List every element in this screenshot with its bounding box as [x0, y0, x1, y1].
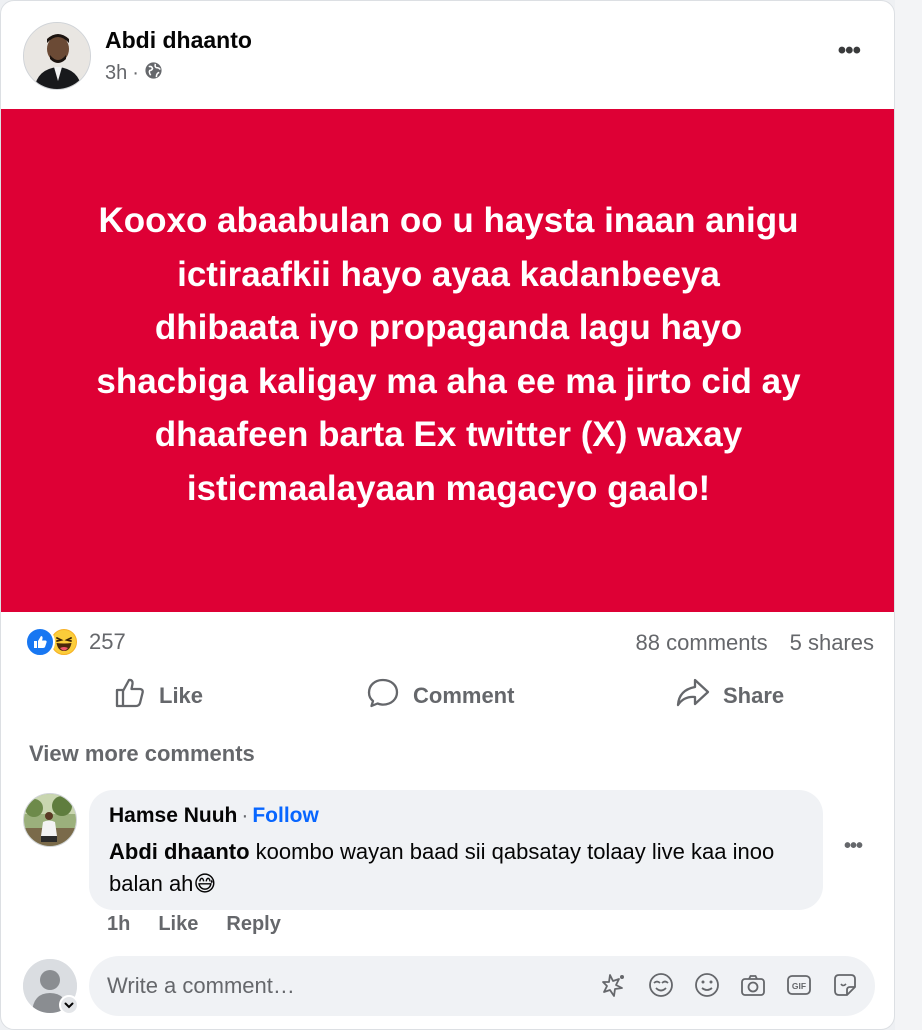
sticker-avatar-icon[interactable]: [601, 971, 629, 999]
comment-reply-link[interactable]: Reply: [226, 913, 280, 936]
post-time[interactable]: 3h: [105, 62, 127, 85]
comment-more-button[interactable]: •••: [844, 835, 863, 858]
composer-icons: GIF: [601, 971, 859, 999]
commenter-name[interactable]: Hamse Nuuh: [109, 804, 237, 827]
page-background-strip: [895, 0, 922, 1030]
comment-composer: GIF: [89, 956, 875, 1016]
comment-label: Comment: [413, 683, 515, 708]
comment-bubble-icon: [365, 675, 401, 717]
post-more-button[interactable]: •••: [838, 37, 861, 65]
like-reaction-icon: [25, 627, 55, 657]
follow-button[interactable]: Follow: [252, 804, 319, 827]
comment-dot: ·: [241, 804, 249, 827]
share-button[interactable]: Share: [675, 673, 784, 719]
engagement-counts: 88 comments 5 shares: [636, 630, 874, 656]
comment-bubble: Hamse Nuuh · Follow Abdi dhaanto koombo wa…: [89, 790, 823, 910]
comment-header: Hamse Nuuh · Follow: [109, 804, 319, 828]
reaction-count: 257: [89, 629, 126, 654]
author-name[interactable]: Abdi dhaanto: [105, 27, 252, 54]
globe-icon[interactable]: [144, 61, 163, 86]
comment-text: Abdi dhaanto koombo wayan baad sii qabsa…: [109, 836, 809, 900]
comment-meta: 1h Like Reply: [107, 913, 281, 936]
post-actions: Like Comment Share: [1, 665, 894, 727]
reactions-summary[interactable]: 257: [25, 627, 126, 657]
post-meta: 3h ·: [105, 61, 163, 86]
share-arrow-icon: [675, 676, 711, 716]
like-label: Like: [159, 683, 204, 708]
comment-like-link[interactable]: Like: [158, 913, 198, 936]
shares-count[interactable]: 5 shares: [790, 630, 874, 656]
post-stats: 257 88 comments 5 shares: [1, 621, 894, 665]
post-text-banner: Kooxo abaabulan oo u haysta inaan anigu …: [1, 109, 894, 612]
comment-input[interactable]: [107, 966, 587, 1006]
emoji-face-icon[interactable]: [647, 971, 675, 999]
post-card: Abdi dhaanto 3h · ••• Kooxo abaabulan oo…: [0, 0, 895, 1030]
meta-separator: ·: [132, 62, 139, 84]
comment-mention[interactable]: Abdi dhaanto: [109, 839, 250, 864]
thumbs-up-icon: [113, 676, 147, 716]
chevron-down-icon[interactable]: [59, 995, 79, 1015]
comment-time[interactable]: 1h: [107, 913, 130, 936]
share-label: Share: [723, 683, 785, 708]
smile-icon[interactable]: [693, 971, 721, 999]
camera-icon[interactable]: [739, 971, 767, 999]
like-button[interactable]: Like: [113, 673, 203, 719]
commenter-avatar[interactable]: [23, 793, 77, 847]
view-more-comments-link[interactable]: View more comments: [29, 741, 255, 767]
comment-button[interactable]: Comment: [365, 673, 514, 719]
banner-text: Kooxo abaabulan oo u haysta inaan anigu …: [96, 201, 801, 508]
post-header: Abdi dhaanto 3h · •••: [1, 1, 894, 109]
svg-text:GIF: GIF: [792, 981, 806, 991]
author-avatar[interactable]: [23, 22, 91, 90]
comments-count[interactable]: 88 comments: [636, 630, 768, 656]
sticker-icon[interactable]: [831, 971, 859, 999]
gif-icon[interactable]: GIF: [785, 971, 813, 999]
